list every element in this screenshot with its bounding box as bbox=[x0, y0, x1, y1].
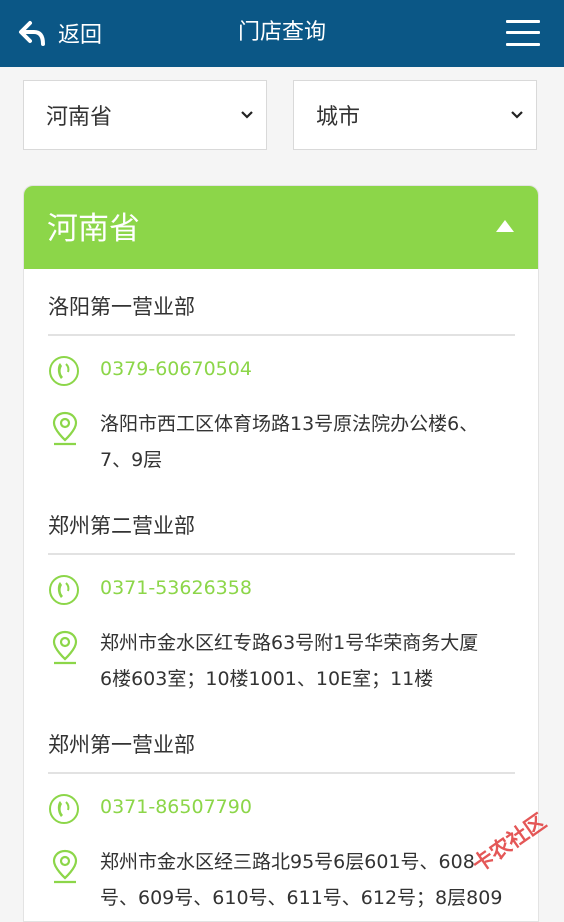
store-address-row: 洛阳市西工区体育场路13号原法院办公楼6、 7、9层 bbox=[48, 406, 515, 478]
phone-icon bbox=[49, 794, 79, 824]
store-address-row: 郑州市金水区红专路63号附1号华荣商务大厦 6楼603室；10楼1001、10E… bbox=[48, 625, 515, 697]
collapse-triangle-icon bbox=[496, 220, 514, 232]
province-select[interactable]: 河南省 bbox=[23, 80, 267, 150]
store-phone-link[interactable]: 0379-60670504 bbox=[100, 358, 252, 380]
store-item: 洛阳第一营业部 0379-60670504 洛阳市西工区体育场路13号原法院办公… bbox=[48, 286, 515, 478]
menu-icon[interactable] bbox=[506, 19, 540, 47]
store-phone-row: 0379-60670504 bbox=[48, 336, 515, 406]
location-pin-icon bbox=[52, 849, 78, 884]
store-address-line: 洛阳市西工区体育场路13号原法院办公楼6、 bbox=[100, 413, 479, 435]
store-address-line: 郑州市金水区红专路63号附1号华荣商务大厦 bbox=[100, 632, 479, 654]
store-address: 洛阳市西工区体育场路13号原法院办公楼6、 7、9层 bbox=[100, 406, 515, 478]
province-card-title: 河南省 bbox=[47, 211, 140, 247]
store-item: 郑州第一营业部 0371-86507790 郑州市金水区经三路北95号6层601… bbox=[48, 724, 515, 921]
phone-icon bbox=[49, 575, 79, 605]
province-card-header[interactable]: 河南省 bbox=[24, 186, 538, 269]
city-select[interactable]: 城市 bbox=[293, 80, 537, 150]
store-phone-link[interactable]: 0371-86507790 bbox=[100, 796, 252, 818]
top-bar: 返回 门店查询 bbox=[0, 0, 564, 67]
store-phone-row: 0371-53626358 bbox=[48, 555, 515, 625]
city-select-value: 城市 bbox=[316, 105, 361, 130]
store-address: 郑州市金水区经三路北95号6层601号、608 号、609号、610号、611号… bbox=[100, 844, 515, 921]
province-select-value: 河南省 bbox=[46, 105, 113, 130]
chevron-down-icon bbox=[511, 111, 523, 119]
store-phone-link[interactable]: 0371-53626358 bbox=[100, 577, 252, 599]
store-address-line: 7、9层 bbox=[100, 449, 163, 471]
store-address: 郑州市金水区红专路63号附1号华荣商务大厦 6楼603室；10楼1001、10E… bbox=[100, 625, 515, 697]
store-address-line: 号、609号、610号、611号、612号；8层809号 bbox=[100, 887, 503, 909]
store-item: 郑州第二营业部 0371-53626358 郑州市金水区红专路63号附1号华荣商… bbox=[48, 505, 515, 697]
location-pin-icon bbox=[52, 630, 78, 665]
store-address-row: 郑州市金水区经三路北95号6层601号、608 号、609号、610号、611号… bbox=[48, 844, 515, 921]
phone-icon bbox=[49, 356, 79, 386]
store-name: 洛阳第一营业部 bbox=[48, 286, 515, 336]
store-address-line: 郑州市金水区经三路北95号6层601号、608 bbox=[100, 851, 475, 873]
store-name: 郑州第一营业部 bbox=[48, 724, 515, 774]
chevron-down-icon bbox=[241, 111, 253, 119]
province-card: 河南省 洛阳第一营业部 0379-60670504 洛阳市西工区体育场路13号原… bbox=[23, 185, 539, 922]
store-phone-row: 0371-86507790 bbox=[48, 774, 515, 844]
location-pin-icon bbox=[52, 411, 78, 446]
page-title: 门店查询 bbox=[237, 20, 326, 45]
store-address-line: 6楼603室；10楼1001、10E室；11楼 bbox=[100, 668, 434, 690]
store-name: 郑州第二营业部 bbox=[48, 505, 515, 555]
